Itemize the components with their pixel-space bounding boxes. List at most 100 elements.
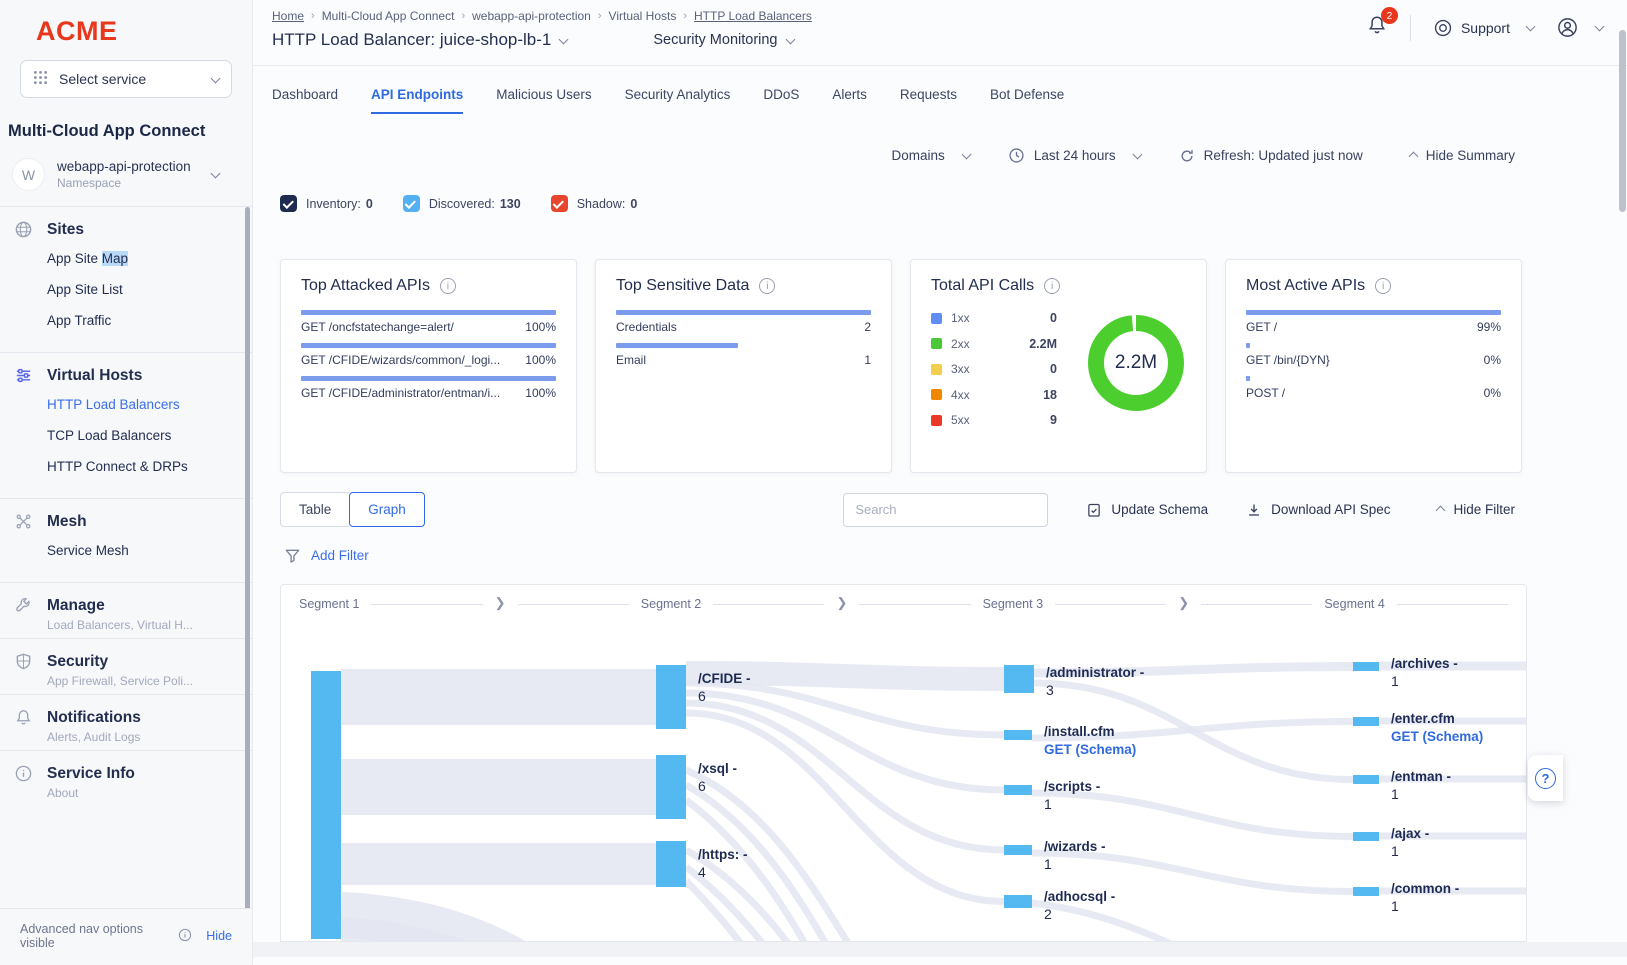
- card-title: Most Active APIs: [1246, 277, 1365, 295]
- node-label[interactable]: /adhocsql -: [1044, 889, 1115, 904]
- refresh-button[interactable]: Refresh: Updated just now: [1179, 148, 1363, 164]
- sidebar-group-manage[interactable]: Manage: [12, 596, 240, 615]
- node-label[interactable]: /administrator -: [1046, 665, 1144, 680]
- inventory-toggles: Inventory:0 Discovered:130 Shadow:0: [280, 195, 1627, 212]
- tab-ddos[interactable]: DDoS: [763, 87, 799, 114]
- hide-filter-toggle[interactable]: Hide Filter: [1428, 502, 1515, 517]
- node-label[interactable]: /wizards -: [1044, 839, 1106, 854]
- segment-label: Segment 2: [641, 597, 701, 611]
- sidebar-item-http-load-balancers[interactable]: HTTP Load Balancers: [12, 389, 240, 420]
- page-scrollbar[interactable]: [1619, 30, 1626, 212]
- info-icon[interactable]: i: [440, 278, 456, 294]
- sankey-node-entercfm[interactable]: [1353, 717, 1379, 726]
- sankey-node-ajax[interactable]: [1353, 832, 1379, 841]
- info-icon[interactable]: i: [1044, 278, 1060, 294]
- sidebar-group-notifications[interactable]: Notifications: [12, 708, 240, 727]
- help-button[interactable]: ?: [1528, 755, 1563, 801]
- sankey-node-cfide[interactable]: [656, 665, 686, 729]
- sankey-node-entman[interactable]: [1353, 775, 1379, 784]
- sidebar-group-mesh[interactable]: Mesh: [12, 512, 240, 531]
- add-filter-button[interactable]: Add Filter: [284, 547, 1627, 564]
- legend-row: 2xx2.2M: [931, 337, 1057, 351]
- sankey-node-https[interactable]: [656, 841, 686, 887]
- sidebar-item-http-connect-drps[interactable]: HTTP Connect & DRPs: [12, 451, 240, 482]
- node-label[interactable]: /install.cfm: [1044, 724, 1115, 739]
- sankey-node-common[interactable]: [1353, 887, 1379, 896]
- namespace-selector[interactable]: W webapp-api-protection Namespace: [12, 158, 244, 191]
- breadcrumb-item[interactable]: webapp-api-protection: [472, 9, 591, 23]
- tab-bot-defense[interactable]: Bot Defense: [990, 87, 1064, 114]
- chevron-down-icon: [1132, 150, 1142, 160]
- info-icon[interactable]: i: [759, 278, 775, 294]
- node-label[interactable]: /entman -: [1391, 769, 1451, 784]
- notifications-bell[interactable]: 2: [1366, 14, 1388, 41]
- sidebar-group-sites[interactable]: Sites: [12, 220, 240, 239]
- node-schema-link[interactable]: GET (Schema): [1044, 742, 1136, 757]
- graph-view-button[interactable]: Graph: [349, 492, 425, 527]
- sidebar-item-tcp-load-balancers[interactable]: TCP Load Balancers: [12, 420, 240, 451]
- hide-advanced-nav-link[interactable]: Hide: [206, 929, 232, 943]
- sidebar-item-app-traffic[interactable]: App Traffic: [12, 305, 240, 336]
- select-service-dropdown[interactable]: Select service: [20, 60, 232, 98]
- segment-header: Segment 1❯Segment 2❯Segment 3❯Segment 4: [281, 597, 1526, 611]
- sankey-node-administrator[interactable]: [1004, 665, 1034, 693]
- sankey-node-xsql[interactable]: [656, 755, 686, 819]
- most-active-apis-card: Most Active APIsi GET /99%GET /bin/{DYN}…: [1225, 259, 1522, 473]
- metric-label: GET /bin/{DYN}: [1246, 353, 1330, 367]
- download-api-spec-button[interactable]: Download API Spec: [1246, 502, 1390, 518]
- sidebar-item-app-site-map[interactable]: App Site Map: [12, 243, 240, 274]
- breadcrumb-item[interactable]: Multi-Cloud App Connect: [322, 9, 455, 23]
- sidebar-item-app-site-list[interactable]: App Site List: [12, 274, 240, 305]
- breadcrumb-item[interactable]: Virtual Hosts: [609, 9, 677, 23]
- node-schema-link[interactable]: GET (Schema): [1391, 729, 1483, 744]
- chevron-down-icon[interactable]: [559, 34, 569, 44]
- tab-malicious-users[interactable]: Malicious Users: [496, 87, 591, 114]
- time-range-label: Last 24 hours: [1034, 148, 1116, 163]
- domains-dropdown[interactable]: Domains: [892, 148, 970, 163]
- tab-dashboard[interactable]: Dashboard: [272, 87, 338, 114]
- sidebar-scrollbar[interactable]: [245, 207, 250, 915]
- toggle-inventory[interactable]: Inventory:0: [280, 195, 373, 212]
- group-subtitle: About: [12, 786, 240, 800]
- node-label[interactable]: /https: -: [698, 847, 748, 862]
- sankey-node-archives[interactable]: [1353, 662, 1379, 671]
- node-label[interactable]: /ajax -: [1391, 826, 1429, 841]
- node-label[interactable]: /enter.cfm: [1391, 711, 1455, 726]
- tab-requests[interactable]: Requests: [900, 87, 957, 114]
- node-label[interactable]: /CFIDE -: [698, 671, 751, 686]
- chevron-down-icon[interactable]: [785, 34, 795, 44]
- node-value: 1: [1391, 673, 1399, 689]
- sankey-node[interactable]: [311, 671, 341, 939]
- node-label[interactable]: /common -: [1391, 881, 1459, 896]
- node-label[interactable]: /archives -: [1391, 656, 1458, 671]
- sidebar-group-service-info[interactable]: Service Info: [12, 764, 240, 783]
- toggle-discovered[interactable]: Discovered:130: [403, 195, 521, 212]
- search-input[interactable]: [843, 493, 1048, 527]
- time-range-dropdown[interactable]: Last 24 hours: [1008, 147, 1141, 164]
- node-label[interactable]: /scripts -: [1044, 779, 1100, 794]
- tab-security-analytics[interactable]: Security Analytics: [625, 87, 731, 114]
- support-menu[interactable]: Support: [1433, 18, 1534, 38]
- sidebar-group-security[interactable]: Security: [12, 652, 240, 671]
- breadcrumb-item[interactable]: HTTP Load Balancers: [694, 9, 812, 23]
- segment-label: Segment 1: [299, 597, 359, 611]
- hide-summary-toggle[interactable]: Hide Summary: [1401, 148, 1515, 163]
- legend-label: 1xx: [951, 311, 970, 325]
- sidebar-group-virtual-hosts[interactable]: Virtual Hosts: [12, 366, 240, 385]
- breadcrumb-item[interactable]: Home: [272, 9, 304, 23]
- sidebar-item-service-mesh[interactable]: Service Mesh: [12, 535, 240, 566]
- toggle-shadow[interactable]: Shadow:0: [551, 195, 638, 212]
- sankey-node-scripts[interactable]: [1004, 785, 1032, 795]
- tab-bar: Dashboard API Endpoints Malicious Users Sec…: [253, 66, 1627, 114]
- info-icon[interactable]: i: [1375, 278, 1391, 294]
- table-view-button[interactable]: Table: [280, 492, 349, 527]
- update-schema-button[interactable]: Update Schema: [1086, 502, 1208, 518]
- security-monitoring-selector[interactable]: Security Monitoring: [653, 32, 777, 48]
- sankey-node-installcfm[interactable]: [1004, 730, 1032, 740]
- node-label[interactable]: /xsql -: [698, 761, 737, 776]
- tab-alerts[interactable]: Alerts: [832, 87, 867, 114]
- sankey-node-wizards[interactable]: [1004, 845, 1032, 855]
- account-menu[interactable]: [1556, 16, 1603, 39]
- tab-api-endpoints[interactable]: API Endpoints: [371, 87, 463, 114]
- sankey-node-adhocsql[interactable]: [1004, 895, 1032, 908]
